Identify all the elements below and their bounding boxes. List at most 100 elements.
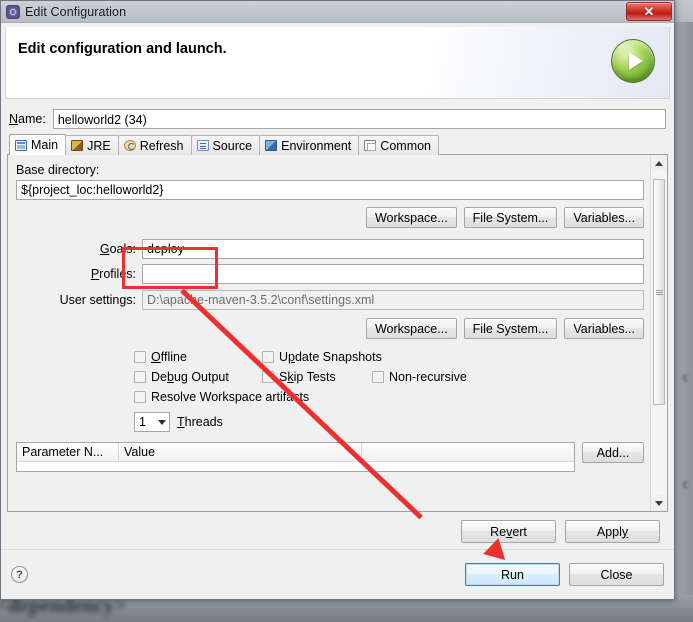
parameter-table-header: Parameter N... Value	[17, 443, 574, 462]
non-recursive-checkbox[interactable]: Non-recursive	[372, 370, 467, 384]
user-settings-label: User settings:	[59, 293, 136, 307]
checkbox-box	[372, 371, 384, 383]
file-system-button-2[interactable]: File System...	[463, 318, 558, 339]
checkbox-label: Debug Output	[151, 370, 229, 384]
profiles-input[interactable]	[142, 264, 644, 284]
checkbox-label: Resolve Workspace artifacts	[151, 390, 310, 404]
browse-button-row-2: Workspace... File System... Variables...	[14, 318, 644, 339]
column-header-parameter-name[interactable]: Parameter N...	[17, 443, 119, 461]
run-button[interactable]: Run	[465, 563, 560, 586]
scrollbar-track[interactable]	[651, 171, 667, 495]
threads-value: 1	[139, 415, 146, 429]
dialog-titlebar: Edit Configuration ✕	[1, 1, 674, 23]
tab-label: JRE	[87, 138, 111, 153]
add-parameter-button[interactable]: Add...	[582, 442, 644, 463]
checkbox-box	[262, 351, 274, 363]
environment-tab-icon	[265, 140, 278, 151]
tab-label: Source	[212, 138, 253, 153]
button-label: Close	[600, 567, 633, 582]
grip-icon	[655, 289, 663, 295]
tab-label: Common	[380, 138, 432, 153]
button-label: Run	[501, 567, 524, 582]
background-text-char: c	[682, 370, 689, 385]
browse-button-row-1: Workspace... File System... Variables...	[14, 207, 644, 228]
maven-configuration-icon	[6, 4, 20, 19]
tab-label: Environment	[281, 138, 352, 153]
debug-output-checkbox[interactable]: Debug Output	[134, 370, 262, 384]
close-icon: ✕	[643, 4, 655, 19]
scrollbar-thumb[interactable]	[653, 179, 665, 405]
button-label: Workspace...	[374, 210, 448, 225]
checkbox-label: Update Snapshots	[279, 350, 382, 364]
base-directory-input[interactable]: ${project_loc:helloworld2}	[16, 180, 644, 200]
button-label: Revert	[490, 524, 527, 539]
tab-main[interactable]: Main	[9, 134, 67, 155]
name-label: Name:	[9, 112, 46, 126]
offline-checkbox[interactable]: Offline	[134, 350, 262, 364]
revert-button[interactable]: Revert	[461, 520, 556, 543]
workspace-button[interactable]: Workspace...	[365, 207, 457, 228]
tab-bar: Main JRE Refresh Source Environment Comm…	[9, 134, 668, 155]
profiles-row: Profiles:	[16, 264, 644, 284]
checkbox-label: Offline	[151, 350, 187, 364]
parameter-section: Parameter N... Value Add...	[16, 442, 644, 472]
help-icon[interactable]: ?	[11, 566, 28, 583]
dialog-header: Edit configuration and launch.	[5, 27, 670, 99]
checkbox-label: Non-recursive	[389, 370, 467, 384]
goals-input[interactable]: deploy	[142, 239, 644, 259]
button-label: Apply	[596, 524, 629, 539]
checkbox-box	[134, 391, 146, 403]
base-directory-label: Base directory:	[16, 163, 100, 177]
checkbox-row-1: Offline Update Snapshots	[134, 350, 646, 364]
main-tab-content: Base directory: ${project_loc:helloworld…	[8, 155, 650, 511]
close-button[interactable]: Close	[569, 563, 664, 586]
source-tab-icon	[196, 140, 209, 151]
tab-source[interactable]: Source	[190, 135, 261, 155]
dialog-title: Edit Configuration	[25, 4, 127, 19]
column-header-extra[interactable]	[362, 443, 574, 461]
footer-buttons: Run Close	[465, 563, 664, 586]
window-close-button[interactable]: ✕	[626, 2, 672, 21]
variables-button[interactable]: Variables...	[564, 207, 644, 228]
apply-button[interactable]: Apply	[565, 520, 660, 543]
help-glyph: ?	[16, 568, 23, 581]
checkbox-box	[134, 351, 146, 363]
button-label: Workspace...	[374, 321, 448, 336]
column-header-value[interactable]: Value	[119, 443, 362, 461]
name-input[interactable]: helloworld2 (34)	[52, 109, 666, 129]
parameter-table[interactable]: Parameter N... Value	[16, 442, 575, 472]
tab-environment[interactable]: Environment	[259, 135, 360, 155]
main-tab-panel: Base directory: ${project_loc:helloworld…	[7, 154, 668, 512]
background-text-char: c	[682, 477, 689, 492]
checkbox-label: Skip Tests	[279, 370, 336, 384]
tab-jre[interactable]: JRE	[65, 135, 119, 155]
chevron-down-icon	[158, 420, 166, 425]
tab-common[interactable]: Common	[358, 135, 440, 155]
file-system-button[interactable]: File System...	[463, 207, 558, 228]
threads-row: 1 Threads	[134, 412, 646, 432]
button-label: Variables...	[573, 210, 635, 225]
goals-label: Goals:	[99, 242, 136, 256]
edit-configuration-dialog: Edit Configuration ✕ Edit configuration …	[0, 0, 675, 600]
refresh-tab-icon	[123, 140, 136, 151]
green-play-icon	[611, 39, 655, 83]
header-heading: Edit configuration and launch.	[18, 41, 227, 57]
variables-button-2[interactable]: Variables...	[564, 318, 644, 339]
skip-tests-checkbox[interactable]: Skip Tests	[262, 370, 372, 384]
tab-refresh[interactable]: Refresh	[117, 135, 192, 155]
chevron-up-icon	[655, 160, 663, 166]
threads-dropdown[interactable]: 1	[134, 412, 170, 432]
jre-tab-icon	[71, 140, 84, 151]
threads-label: Threads	[177, 415, 223, 429]
resolve-workspace-artifacts-checkbox[interactable]: Resolve Workspace artifacts	[134, 390, 309, 404]
scroll-down-button[interactable]	[651, 495, 667, 511]
profiles-label: Profiles:	[90, 267, 136, 281]
checkbox-row-3: Resolve Workspace artifacts	[134, 390, 646, 404]
panel-scrollbar[interactable]	[650, 155, 667, 511]
scroll-up-button[interactable]	[651, 155, 667, 171]
goals-row: Goals: deploy	[16, 239, 644, 259]
dialog-footer: ? Run Close	[1, 549, 674, 599]
workspace-button-2[interactable]: Workspace...	[365, 318, 457, 339]
update-snapshots-checkbox[interactable]: Update Snapshots	[262, 350, 382, 364]
user-settings-input[interactable]: D:\apache-maven-3.5.2\conf\settings.xml	[142, 290, 644, 310]
